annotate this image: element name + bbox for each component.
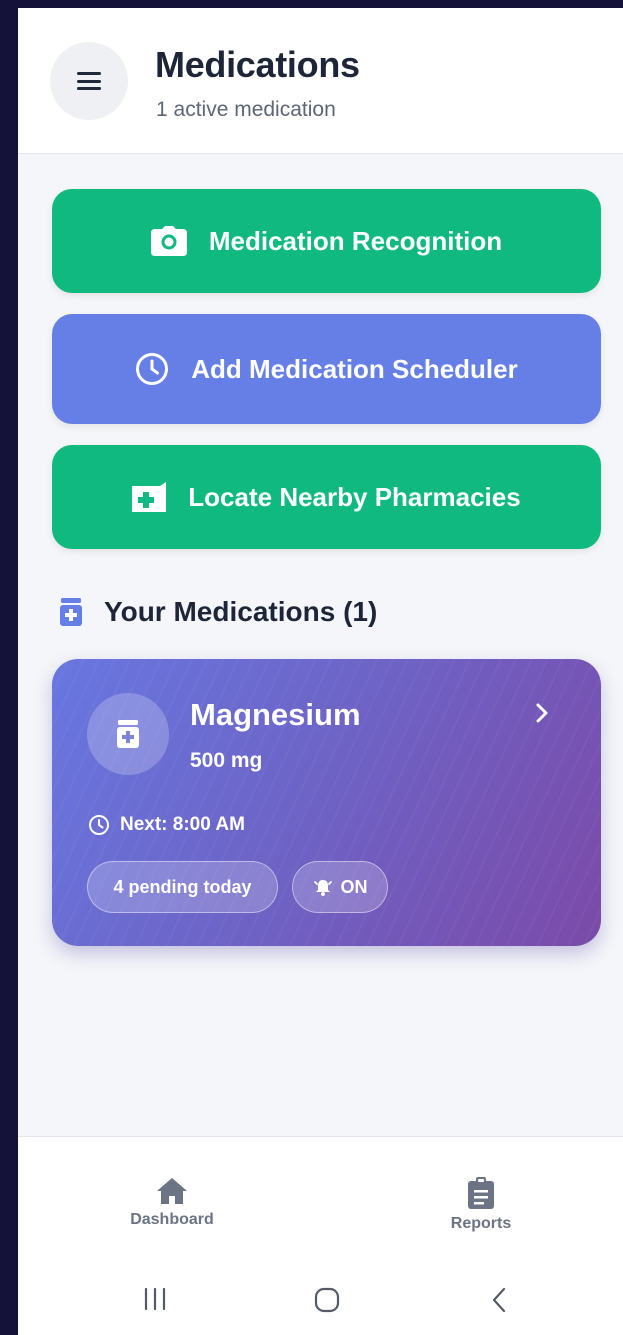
bottom-navigation: Dashboard Reports xyxy=(18,1136,623,1266)
home-button-icon[interactable] xyxy=(313,1286,341,1314)
nav-label-dashboard: Dashboard xyxy=(130,1211,214,1228)
section-title: Your Medications (1) xyxy=(104,596,378,627)
medication-recognition-button[interactable]: Medication Recognition xyxy=(52,189,601,293)
recent-apps-icon[interactable] xyxy=(142,1286,168,1312)
app-header: Medications 1 active medication xyxy=(18,8,623,154)
next-dose-row: Next: 8:00 AM xyxy=(88,814,245,836)
medication-card[interactable]: Magnesium 500 mg Next: 8:00 AM 4 pending… xyxy=(52,659,601,946)
nav-label-reports: Reports xyxy=(450,1215,512,1232)
app-screen: Medications 1 active medication Medicati… xyxy=(18,8,623,1335)
your-medications-heading: Your Medications (1) xyxy=(60,596,377,628)
locate-pharmacies-label: Locate Nearby Pharmacies xyxy=(188,481,521,512)
alarm-toggle-badge[interactable]: ON xyxy=(292,861,388,913)
menu-button[interactable] xyxy=(50,42,128,120)
back-icon[interactable] xyxy=(488,1286,510,1314)
medication-name: Magnesium xyxy=(190,697,361,732)
add-medication-scheduler-button[interactable]: Add Medication Scheduler xyxy=(52,314,601,424)
next-dose-text: Next: 8:00 AM xyxy=(120,814,245,835)
camera-icon xyxy=(150,226,187,256)
pharmacy-icon xyxy=(132,482,167,512)
chevron-right-icon[interactable] xyxy=(534,701,550,730)
pending-badge: 4 pending today xyxy=(87,861,278,913)
nav-item-dashboard[interactable]: Dashboard xyxy=(102,1177,242,1229)
system-navigation-bar xyxy=(18,1266,623,1335)
pill-bottle-icon xyxy=(60,598,82,626)
clock-icon xyxy=(135,352,169,386)
page-title: Medications xyxy=(155,44,360,85)
medication-dose: 500 mg xyxy=(190,749,263,772)
home-icon xyxy=(156,1177,188,1205)
pending-text: 4 pending today xyxy=(113,876,252,897)
clock-icon xyxy=(88,814,110,836)
hamburger-menu-icon xyxy=(77,72,101,90)
alarm-bell-icon xyxy=(313,878,333,896)
medication-avatar xyxy=(87,693,169,775)
page-subtitle: 1 active medication xyxy=(156,98,336,121)
alarm-status: ON xyxy=(340,876,368,897)
pill-bottle-icon xyxy=(117,720,139,748)
clipboard-icon xyxy=(468,1177,494,1209)
nav-item-reports[interactable]: Reports xyxy=(411,1177,551,1233)
locate-pharmacies-button[interactable]: Locate Nearby Pharmacies xyxy=(52,445,601,549)
add-medication-scheduler-label: Add Medication Scheduler xyxy=(191,353,518,384)
medication-recognition-label: Medication Recognition xyxy=(208,225,503,256)
